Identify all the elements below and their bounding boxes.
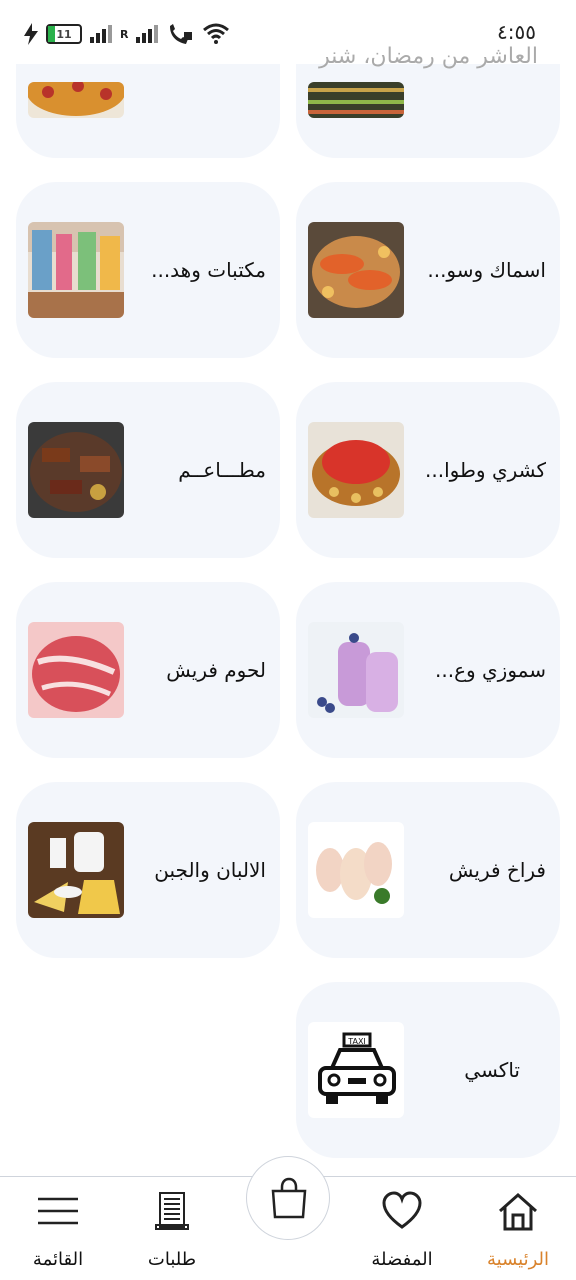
shopping-bag-icon	[271, 1177, 307, 1219]
category-grid: مكتبات وهد... اسماك وسو... مطـــاعــم كش…	[0, 0, 576, 1176]
charging-icon	[24, 23, 38, 45]
koshari-image	[308, 422, 404, 518]
wifi-call-icon	[170, 24, 193, 44]
location-text: العاشر من رمضان، شنر	[319, 44, 538, 69]
category-label: لحوم فريش	[166, 658, 266, 682]
nav-menu[interactable]: القائمة	[8, 1189, 108, 1279]
cart-button[interactable]	[246, 1156, 330, 1240]
category-label: اسماك وسو...	[427, 258, 546, 282]
smoothie-image	[308, 622, 404, 718]
category-label: كشري وطوا...	[425, 458, 546, 482]
category-label: مطـــاعــم	[178, 458, 266, 482]
nav-orders-label: طلبات	[147, 1249, 197, 1270]
category-label: مكتبات وهد...	[151, 258, 266, 282]
battery-icon: 11	[46, 24, 82, 44]
dairy-image	[28, 822, 124, 918]
receipt-icon	[155, 1192, 189, 1230]
category-card-restaurants[interactable]: مطـــاعــم	[16, 382, 280, 558]
category-card-dairy[interactable]: الالبان والجبن	[16, 782, 280, 958]
signal-icon-2	[136, 25, 159, 43]
category-card-chicken[interactable]: فراخ فريش	[296, 782, 560, 958]
seafood-image	[308, 222, 404, 318]
network-label: R	[120, 27, 129, 41]
category-label: فراخ فريش	[448, 858, 546, 882]
heart-icon	[382, 1191, 422, 1229]
wifi-icon	[203, 23, 230, 44]
category-card-meat[interactable]: لحوم فريش	[16, 582, 280, 758]
signal-icon-1	[90, 25, 112, 43]
supermarket-image	[308, 82, 404, 118]
home-icon	[499, 1192, 537, 1231]
nav-orders[interactable]: طلبات	[122, 1189, 222, 1279]
category-label: الالبان والجبن	[154, 858, 266, 882]
category-card-bookstore[interactable]: مكتبات وهد...	[16, 182, 280, 358]
category-label: تاكسي	[464, 1058, 520, 1082]
category-card-seafood[interactable]: اسماك وسو...	[296, 182, 560, 358]
grill-image	[28, 422, 124, 518]
category-card-taxi[interactable]: TAXI تاكسي	[296, 982, 560, 1158]
pizza-image	[28, 82, 124, 118]
nav-menu-label: القائمة	[32, 1249, 84, 1270]
chicken-image	[308, 822, 404, 918]
clock: ٤:٥٥	[497, 20, 536, 44]
svg-text:TAXI: TAXI	[347, 1037, 366, 1046]
nav-home-label: الرئيسية	[487, 1249, 549, 1270]
taxi-icon: TAXI	[308, 1022, 404, 1118]
nav-favorites[interactable]: المفضلة	[352, 1189, 452, 1279]
category-card-smoothie[interactable]: سموزي وع...	[296, 582, 560, 758]
bookstore-image	[28, 222, 124, 318]
status-icons: 11 R	[24, 22, 230, 46]
category-label: سموزي وع...	[435, 658, 546, 682]
nav-favorites-label: المفضلة	[371, 1249, 433, 1270]
meat-image	[28, 622, 124, 718]
nav-home[interactable]: الرئيسية	[468, 1189, 568, 1279]
category-card-koshari[interactable]: كشري وطوا...	[296, 382, 560, 558]
battery-level: 11	[56, 27, 72, 41]
hamburger-menu-icon	[38, 1197, 78, 1225]
